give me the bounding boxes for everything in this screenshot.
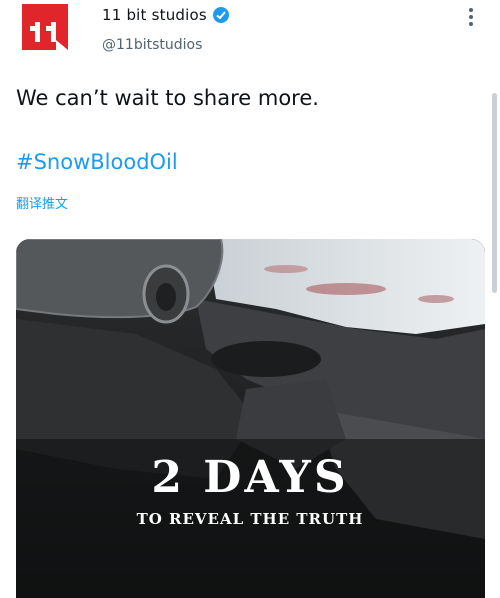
hashtag-link[interactable]: #SnowBloodOil bbox=[16, 150, 178, 174]
media-scene bbox=[16, 239, 485, 598]
logo-icon bbox=[22, 4, 68, 50]
more-options-icon[interactable] bbox=[464, 6, 478, 28]
account-name-row[interactable]: 11 bit studios bbox=[102, 6, 230, 24]
scrollbar[interactable] bbox=[492, 93, 497, 293]
translate-tweet-link[interactable]: 翻译推文 bbox=[16, 193, 68, 212]
media-subline: TO REVEAL THE TRUTH bbox=[136, 510, 364, 528]
account-avatar[interactable] bbox=[22, 4, 68, 50]
media-headline: 2 DAYS bbox=[151, 452, 349, 503]
account-name[interactable]: 11 bit studios bbox=[102, 6, 207, 24]
tweet-text: We can’t wait to share more. bbox=[16, 86, 319, 110]
verified-badge-icon bbox=[212, 6, 230, 24]
account-handle[interactable]: @11bitstudios bbox=[102, 37, 202, 53]
tweet-media-image[interactable] bbox=[16, 239, 485, 598]
